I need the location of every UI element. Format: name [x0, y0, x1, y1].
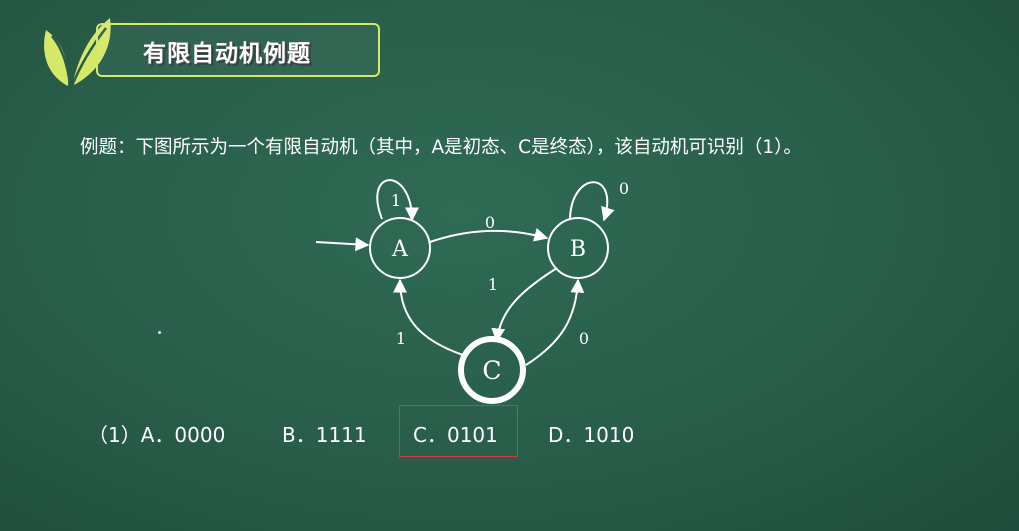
state-c-label: C [482, 356, 501, 385]
chalk-dot [158, 331, 161, 334]
edge-label-c-to-b: 0 [579, 329, 589, 348]
edge-label-b-to-c: 1 [488, 275, 498, 294]
edge-label-a-self: 1 [391, 191, 401, 210]
edge-c-to-a [393, 278, 464, 356]
state-a-label: A [391, 237, 409, 262]
state-b-label: B [570, 237, 586, 262]
page-title: 有限自动机例题 [143, 41, 311, 67]
option-a: （1）A．0000 [88, 423, 226, 447]
edge-label-a-to-b: 0 [485, 213, 495, 232]
question-text: 例题：下图所示为一个有限自动机（其中，A是初态、C是终态），该自动机可识别（1）… [80, 137, 802, 158]
option-b: B．1111 [282, 423, 367, 447]
edge-label-c-to-a: 1 [396, 329, 406, 348]
automaton-diagram: A B C 1 0 0 1 1 0 [315, 179, 629, 404]
edge-label-b-self: 0 [619, 179, 629, 198]
answer-highlight-box [399, 405, 518, 457]
edge-b-to-c [491, 267, 558, 343]
option-d: D．1010 [548, 423, 635, 447]
edge-a-to-b [429, 227, 549, 243]
start-arrow [315, 237, 370, 252]
edge-c-to-b [525, 278, 585, 366]
edge-b-self-loop [569, 181, 615, 222]
